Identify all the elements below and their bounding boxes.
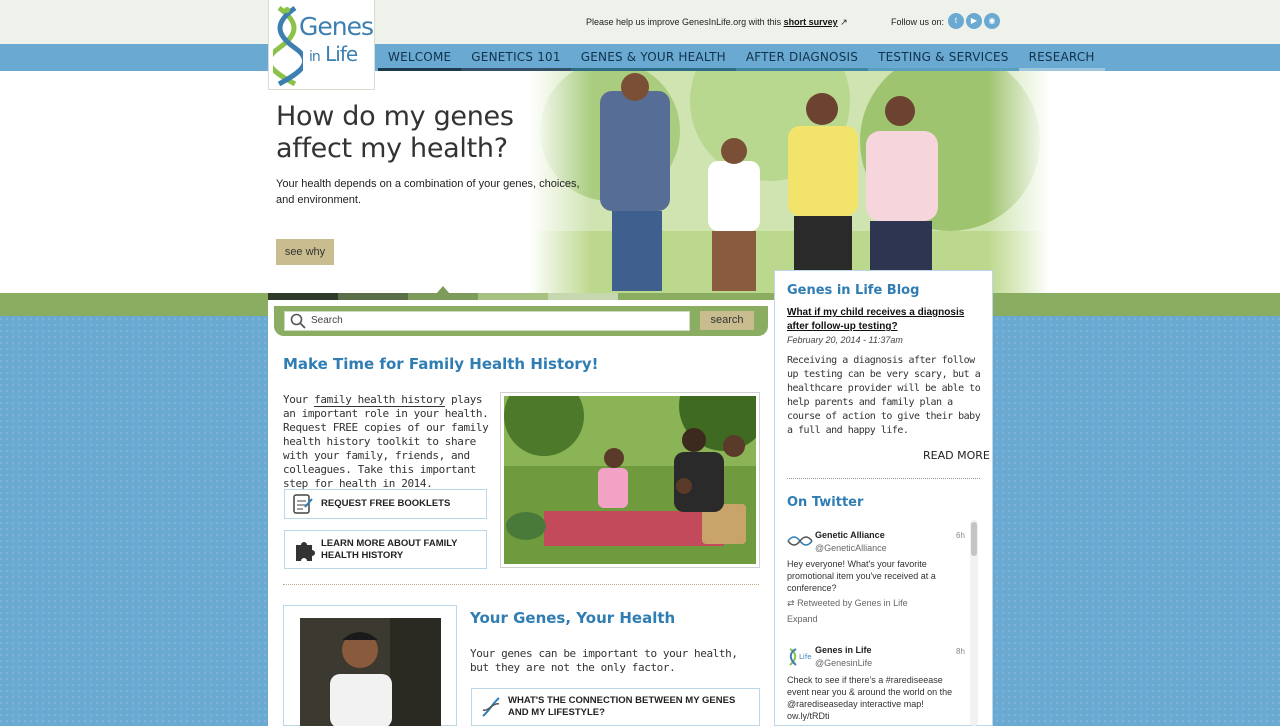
blog-post-link[interactable]: What if my child receives a diagnosis af… [787, 306, 977, 334]
clipboard-icon [293, 494, 313, 514]
nav-genes-your-health[interactable]: GENES & YOUR HEALTH [570, 44, 736, 71]
hero-slide-tabs [268, 293, 618, 300]
logo-wordmark-life: in Life [309, 42, 358, 66]
hero-text: Your health depends on a combination of … [276, 178, 580, 206]
active-slide-pointer-icon [436, 286, 450, 294]
search-input[interactable]: Search [284, 311, 690, 331]
rss-icon[interactable]: ◉ [984, 13, 1000, 29]
retweet-icon: ⇄ [787, 598, 795, 608]
hero-title: How do my genes affect my health? [276, 101, 514, 164]
genetic-alliance-avatar[interactable] [787, 533, 813, 549]
family-running-photo [530, 71, 1050, 294]
read-more-link[interactable]: READ MORE [923, 449, 990, 462]
blog-excerpt: Receiving a diagnosis after follow up te… [787, 355, 981, 436]
nav-testing-services[interactable]: TESTING & SERVICES [868, 44, 1019, 71]
tweet-time: 8h [956, 647, 965, 656]
family-section-title: Make Time for Family Health History! [283, 355, 599, 373]
family-picnic-photo [500, 361, 769, 568]
svg-text:Life: Life [799, 653, 812, 661]
learn-family-history-button[interactable]: LEARN MORE ABOUT FAMILY HEALTH HISTORY [284, 530, 487, 569]
see-why-button[interactable]: see why [276, 239, 334, 265]
tweet-retweet-info: ⇄ Retweeted by Genes in Life [787, 598, 908, 608]
tweet-author-name[interactable]: Genes in Life [815, 645, 872, 655]
genes-in-life-avatar[interactable]: Life [787, 647, 813, 667]
blog-date: February 20, 2014 - 11:37am [787, 335, 903, 345]
genes-lifestyle-button[interactable]: WHAT'S THE CONNECTION BETWEEN MY GENES A… [471, 688, 760, 726]
search-button[interactable]: search [700, 311, 754, 330]
dna-icon [482, 697, 500, 717]
survey-notice: Please help us improve GenesInLife.org w… [586, 17, 848, 27]
genes-section-title: Your Genes, Your Health [470, 609, 676, 627]
external-link-icon: ↗ [840, 17, 848, 27]
tweet-text: Hey everyone! What's your favorite promo… [787, 559, 936, 593]
nav-research[interactable]: RESEARCH [1018, 44, 1105, 71]
puzzle-piece-icon [296, 541, 315, 561]
tweet-author-handle[interactable]: @GeneticAlliance [815, 543, 887, 553]
twitter-title: On Twitter [787, 495, 864, 510]
request-booklets-button[interactable]: REQUEST FREE BOOKLETS [284, 489, 487, 519]
nav-welcome[interactable]: WELCOME [378, 44, 462, 71]
tweet-time: 6h [956, 531, 965, 540]
family-health-history-link[interactable]: family health history [314, 393, 445, 407]
family-section-text: Your family health history plays an impo… [283, 393, 489, 490]
youtube-icon[interactable]: ▶ [966, 13, 982, 29]
tweet-text: Check to see if there's a #rarediseease … [787, 675, 953, 721]
genes-section-text: Your genes can be important to your heal… [470, 647, 738, 674]
twitter-icon[interactable]: t [948, 13, 964, 29]
slide-tab-4[interactable] [478, 293, 548, 300]
site-logo[interactable]: Genes in Life [268, 0, 375, 90]
nav-genetics-101[interactable]: GENETICS 101 [461, 44, 571, 71]
slide-tab-3[interactable] [408, 293, 478, 300]
logo-wordmark-genes: Genes [299, 12, 374, 41]
slide-tab-1[interactable] [268, 293, 338, 300]
man-portrait-photo [300, 618, 441, 726]
follow-label: Follow us on: [891, 17, 945, 27]
tweet-author-name[interactable]: Genetic Alliance [815, 530, 885, 540]
twitter-scrollbar-thumb[interactable] [971, 522, 977, 556]
genes-photo-frame [283, 605, 457, 726]
slide-tab-2[interactable] [338, 293, 408, 300]
main-navigation: WELCOME GENETICS 101 GENES & YOUR HEALTH… [378, 44, 1105, 71]
sidebar-divider [787, 478, 980, 479]
blog-title: Genes in Life Blog [787, 283, 920, 298]
survey-link[interactable]: short survey [784, 17, 838, 27]
tweet-author-handle[interactable]: @GenesinLife [815, 658, 872, 668]
section-divider [283, 584, 759, 585]
nav-after-diagnosis[interactable]: AFTER DIAGNOSIS [735, 44, 869, 71]
slide-tab-5[interactable] [548, 293, 618, 300]
hero-banner [0, 71, 1280, 294]
tweet-expand-link[interactable]: Expand [787, 614, 818, 624]
search-icon [290, 313, 306, 329]
